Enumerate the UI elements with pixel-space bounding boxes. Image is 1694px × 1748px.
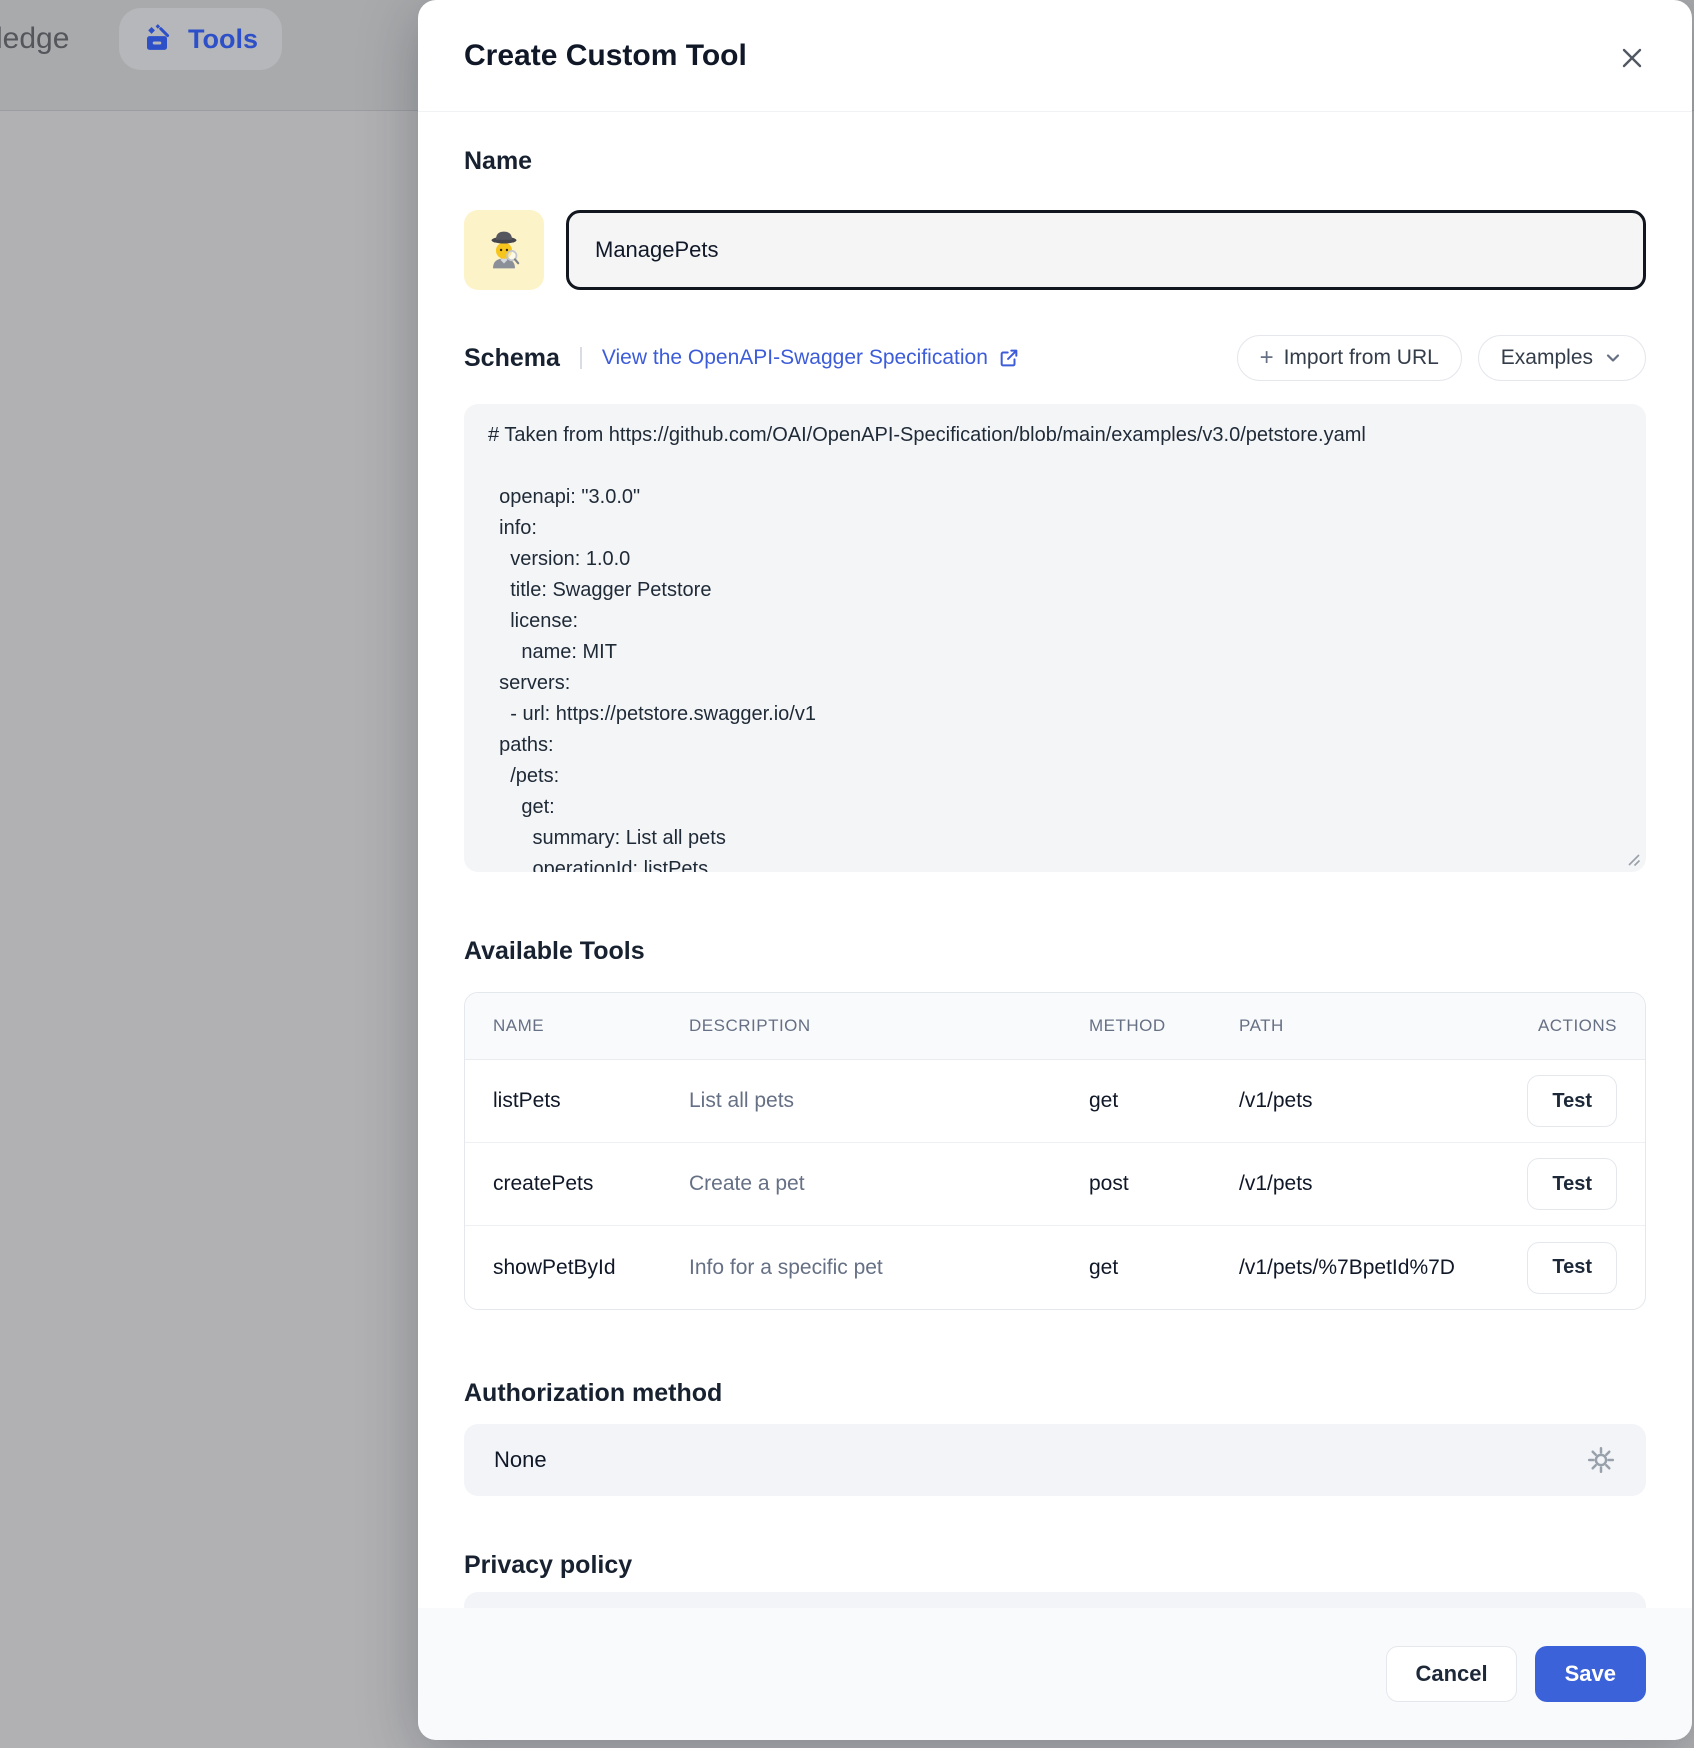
resize-handle-icon[interactable] [1626,852,1641,867]
name-label: Name [464,144,1646,178]
table-body: listPets List all pets get /v1/pets Test… [465,1060,1645,1309]
tool-description-cell: List all pets [689,1089,1089,1113]
modal-footer: Cancel Save [418,1608,1692,1740]
tool-name-cell: createPets [493,1172,689,1196]
examples-label: Examples [1501,346,1593,370]
schema-label: Schema [464,341,560,375]
modal-header: Create Custom Tool [418,0,1692,112]
magic-box-icon [143,23,175,55]
table-header-row: NAME DESCRIPTION METHOD PATH ACTIONS [465,993,1645,1060]
x-icon [1619,45,1645,71]
column-header-description: DESCRIPTION [689,1016,1089,1036]
emoji-picker-button[interactable] [464,210,544,290]
available-tools-table: NAME DESCRIPTION METHOD PATH ACTIONS lis… [464,992,1646,1310]
import-from-url-button[interactable]: + Import from URL [1237,335,1462,381]
authorization-method-heading: Authorization method [464,1376,1646,1410]
tool-method-cell: post [1089,1172,1239,1196]
gear-icon[interactable] [1586,1445,1616,1475]
authorization-method-value: None [494,1447,547,1473]
modal-body: Name [418,144,1692,1626]
external-link-icon [998,347,1020,369]
tool-path-cell: /v1/pets [1239,1172,1507,1196]
name-row [464,210,1646,290]
test-button[interactable]: Test [1527,1075,1617,1127]
tools-tab-label: Tools [188,24,258,55]
column-header-name: NAME [493,1016,689,1036]
table-row: createPets Create a pet post /v1/pets Te… [465,1143,1645,1226]
chevron-down-icon [1603,348,1623,368]
divider [580,347,582,369]
tool-name-cell: listPets [493,1089,689,1113]
tool-method-cell: get [1089,1089,1239,1113]
detective-emoji [482,228,526,272]
table-row: showPetById Info for a specific pet get … [465,1226,1645,1309]
schema-editor[interactable]: # Taken from https://github.com/OAI/Open… [464,404,1646,872]
openapi-spec-link[interactable]: View the OpenAPI-Swagger Specification [602,346,1020,370]
tool-path-cell: /v1/pets/%7BpetId%7D [1239,1256,1507,1280]
column-header-method: METHOD [1089,1016,1239,1036]
close-button[interactable] [1614,40,1650,76]
test-button[interactable]: Test [1527,1158,1617,1210]
tool-description-cell: Create a pet [689,1172,1089,1196]
available-tools-heading: Available Tools [464,934,1646,968]
table-row: listPets List all pets get /v1/pets Test [465,1060,1645,1143]
save-button[interactable]: Save [1535,1646,1646,1702]
modal-title: Create Custom Tool [464,39,747,73]
examples-button[interactable]: Examples [1478,335,1646,381]
tool-method-cell: get [1089,1256,1239,1280]
import-from-url-label: Import from URL [1284,346,1439,370]
schema-code: # Taken from https://github.com/OAI/Open… [488,420,1622,872]
plus-icon: + [1260,346,1274,370]
tab-knowledge-partial[interactable]: ledge [0,22,69,56]
authorization-method-field[interactable]: None [464,1424,1646,1496]
create-custom-tool-modal: Create Custom Tool Name [418,0,1692,1740]
column-header-path: PATH [1239,1016,1507,1036]
schema-row: Schema View the OpenAPI-Swagger Specific… [464,335,1646,381]
tool-description-cell: Info for a specific pet [689,1256,1089,1280]
spec-link-text: View the OpenAPI-Swagger Specification [602,346,988,370]
tool-path-cell: /v1/pets [1239,1089,1507,1113]
tool-name-input[interactable] [566,210,1646,290]
tool-name-cell: showPetById [493,1256,689,1280]
test-button[interactable]: Test [1527,1242,1617,1294]
cancel-button[interactable]: Cancel [1386,1646,1516,1702]
privacy-policy-heading: Privacy policy [464,1548,1646,1582]
column-header-actions: ACTIONS [1507,1016,1617,1036]
tab-tools[interactable]: Tools [119,8,282,70]
